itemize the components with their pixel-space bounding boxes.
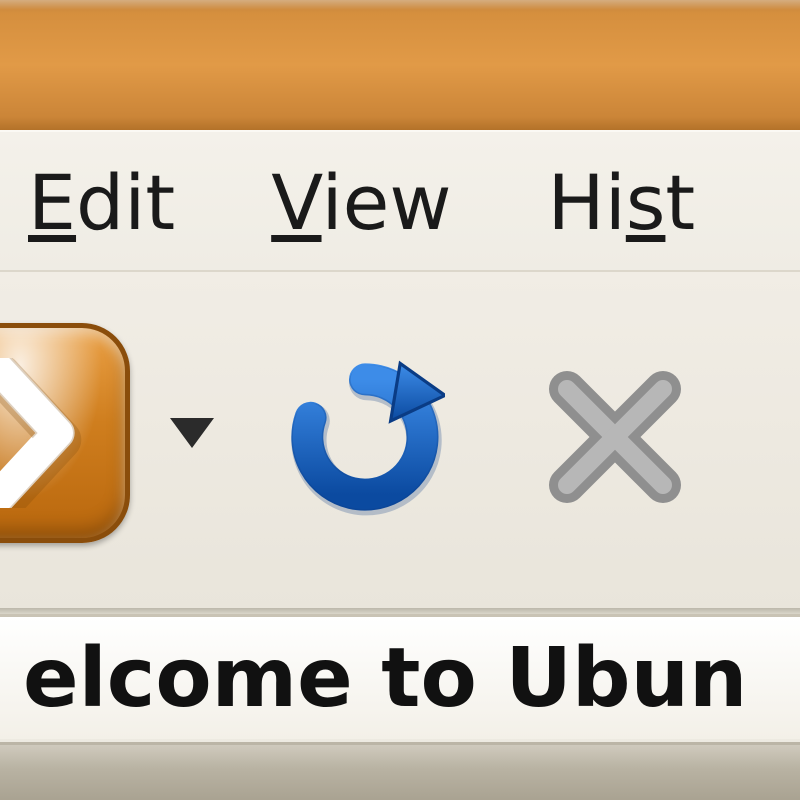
menu-edit-mnemonic: E	[28, 158, 76, 247]
menu-history-rest: t	[665, 158, 695, 247]
browser-window-crop: Edit View Hist	[0, 0, 800, 800]
navigation-toolbar	[0, 270, 800, 612]
reload-icon	[285, 357, 445, 517]
menu-view-mnemonic: V	[271, 158, 321, 247]
tab-strip: elcome to Ubun	[0, 614, 800, 744]
menu-view[interactable]: View	[263, 154, 459, 251]
window-titlebar	[0, 0, 800, 132]
forward-button-group	[0, 328, 214, 538]
menu-edit[interactable]: Edit	[20, 154, 183, 251]
forward-dropdown-arrow-icon[interactable]	[170, 418, 214, 448]
reload-button[interactable]	[280, 352, 450, 522]
forward-button[interactable]	[0, 323, 130, 543]
menu-history[interactable]: Hist	[540, 154, 704, 251]
menu-view-rest: iew	[322, 158, 452, 247]
menubar: Edit View Hist	[0, 130, 800, 272]
tab-title: elcome to Ubun	[23, 631, 747, 726]
chevron-right-icon	[0, 358, 83, 508]
tab-active[interactable]: elcome to Ubun	[0, 614, 800, 739]
menu-edit-rest: dit	[76, 158, 175, 247]
titlebar-shine	[0, 0, 800, 10]
bottom-edge	[0, 742, 800, 800]
menu-history-pre: Hi	[548, 158, 626, 247]
close-icon	[540, 362, 690, 512]
menu-history-mnemonic: s	[626, 158, 666, 247]
stop-button[interactable]	[530, 352, 700, 522]
